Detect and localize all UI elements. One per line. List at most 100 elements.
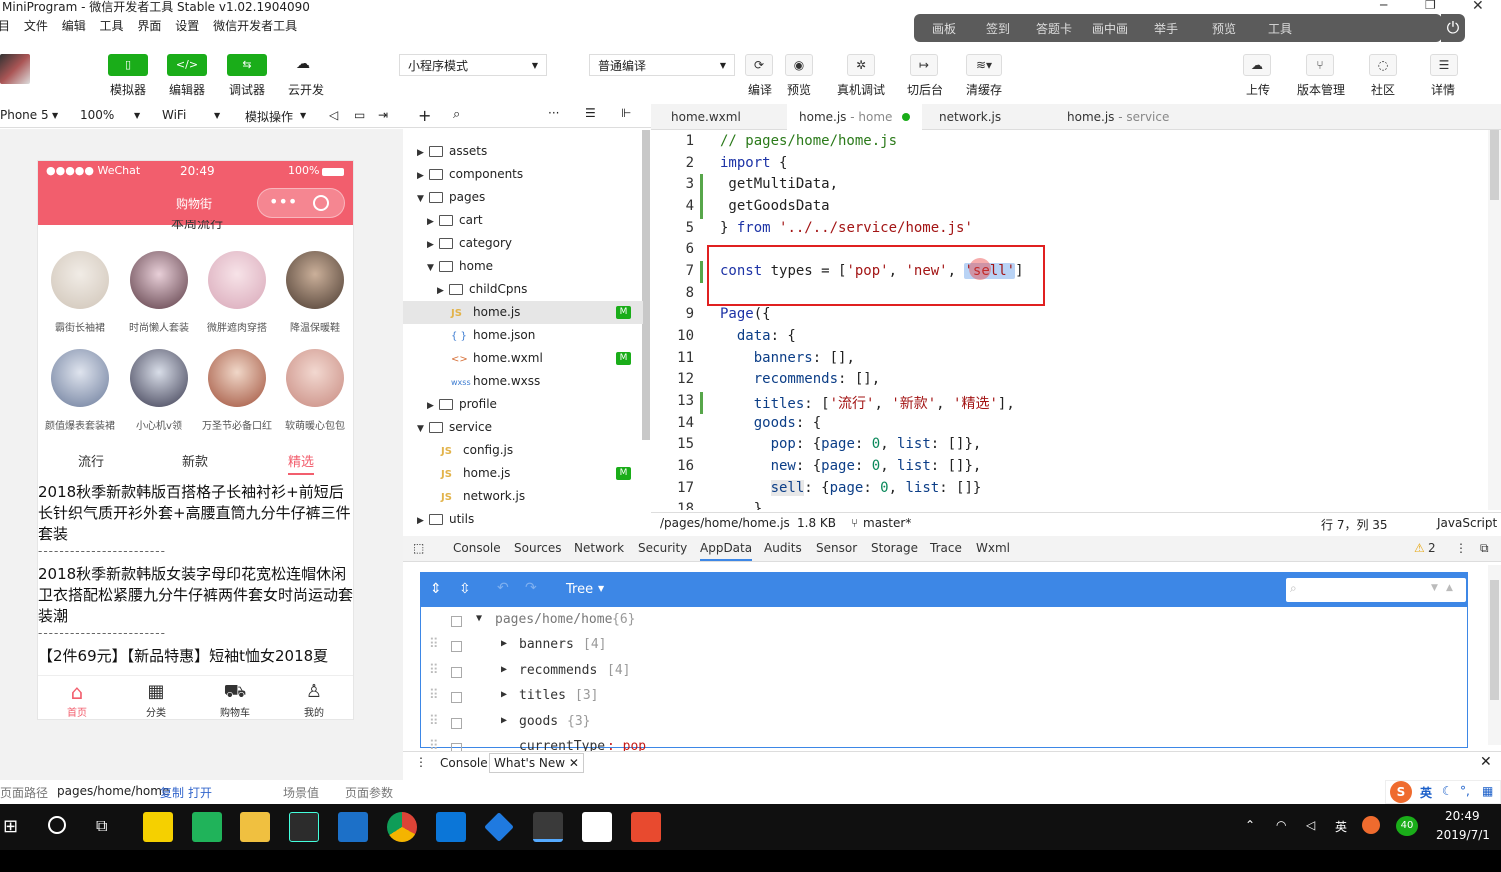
float-item-hand[interactable]: 举手 (1154, 20, 1178, 37)
file-item[interactable]: wxss home.wxss (403, 370, 643, 393)
menu-item-project[interactable]: 项目 (0, 19, 10, 33)
moon-icon[interactable]: ☾ (1442, 784, 1453, 798)
capsule-menu[interactable]: ••• (257, 188, 345, 218)
tree-row[interactable]: ⠿ ▶ banners [4] (421, 634, 1467, 659)
network-select[interactable]: WiFi (162, 108, 186, 122)
tabbar-home[interactable]: ⌂ 首页 (57, 680, 97, 719)
row-checkbox[interactable] (451, 666, 462, 678)
recommend-image[interactable] (130, 349, 188, 407)
redo-icon[interactable]: ↷ (525, 580, 537, 596)
sim-ops-select[interactable]: 模拟操作 (245, 108, 293, 125)
menu-item-settings[interactable]: 设置 (175, 19, 199, 33)
app-icon[interactable] (631, 812, 661, 842)
devtools-tab-sensor[interactable]: Sensor (816, 541, 857, 555)
menu-item-tools[interactable]: 工具 (100, 19, 124, 33)
clock-date[interactable]: 2019/7/1 (1436, 828, 1490, 842)
volume-icon[interactable]: ◁ (329, 108, 338, 122)
tab-selected[interactable]: 精选 (288, 451, 315, 475)
menu-item-devtools[interactable]: 微信开发者工具 (213, 19, 297, 33)
editor-tab[interactable]: home.js - service (1055, 104, 1181, 130)
devtools-tab-audits[interactable]: Audits (764, 541, 802, 555)
search-icon[interactable]: ⌕ (453, 107, 460, 122)
chevron-up-icon[interactable]: ⌃ (1245, 818, 1255, 832)
float-item-answer[interactable]: 答题卡 (1036, 20, 1072, 37)
layers-icon[interactable]: ≋▾ (966, 54, 1002, 76)
more-icon[interactable]: ··· (548, 106, 559, 120)
undo-icon[interactable]: ↶ (497, 580, 509, 596)
recommend-image[interactable] (208, 349, 266, 407)
status-branch[interactable]: master* (863, 516, 911, 530)
editor-tab-active[interactable]: home.js - home (787, 104, 923, 130)
collapsed-arrow-icon[interactable]: ▶ (427, 211, 439, 234)
chat-icon[interactable]: ◌ (1369, 54, 1397, 76)
float-item-signin[interactable]: 签到 (986, 20, 1010, 37)
rotate-icon[interactable]: ▭ (354, 108, 365, 122)
folder-item[interactable]: ▶ category (403, 232, 643, 255)
collapsed-arrow-icon[interactable]: ▶ (501, 664, 507, 675)
upload-icon[interactable]: ☁ (1243, 54, 1271, 76)
pycharm-icon[interactable] (289, 812, 319, 842)
devtools-tab-network[interactable]: Network (574, 541, 624, 555)
devtools-scrollbar[interactable] (1488, 565, 1501, 745)
vscode-icon[interactable] (436, 812, 466, 842)
sticky-notes-icon[interactable] (143, 812, 173, 842)
editor-button[interactable]: </> (167, 54, 207, 76)
status-cursor-pos[interactable]: 行 7，列 35 (1321, 516, 1388, 533)
close-drawer-icon[interactable]: ✕ (1480, 754, 1492, 770)
menu-item-file[interactable]: 文件 (24, 19, 48, 33)
devtools-tab-wxml[interactable]: Wxml (976, 541, 1010, 555)
recommend-image[interactable] (286, 251, 344, 309)
tab-new[interactable]: 新款 (182, 451, 208, 470)
minimize-button[interactable]: ─ (1380, 0, 1387, 12)
branch-icon[interactable]: ⑂ (1306, 54, 1334, 76)
row-checkbox[interactable] (451, 692, 462, 703)
drawer-menu-icon[interactable]: ⋮ (415, 755, 427, 769)
file-item[interactable]: <> home.wxml M (403, 347, 643, 370)
file-explorer-icon[interactable] (240, 812, 270, 842)
devtools-tab-console[interactable]: Console (453, 541, 501, 555)
recommend-image[interactable] (51, 251, 109, 309)
folder-item[interactable]: ▼ home (403, 255, 643, 278)
sogou-logo-icon[interactable]: S (1390, 781, 1412, 803)
folder-item[interactable]: ▶ utils (403, 508, 643, 531)
windows-start-icon[interactable]: ⊞ (3, 816, 18, 837)
params-label[interactable]: 页面参数 (345, 784, 393, 801)
tabbar-cart[interactable]: ⛟ 购物车 (215, 680, 255, 719)
folder-item[interactable]: ▶ childCpns (403, 278, 643, 301)
power-icon[interactable]: ⏻ (1441, 14, 1465, 42)
open-link[interactable]: 打开 (188, 784, 212, 801)
goods-item-title[interactable]: 【2件69元】【新品特惠】短袖t恤女2018夏 (38, 646, 353, 667)
warning-count[interactable]: 2 (1428, 541, 1436, 555)
search-icon[interactable] (48, 816, 66, 834)
task-view-icon[interactable]: ⧉ (96, 816, 107, 836)
bug-icon[interactable]: ✲ (847, 54, 875, 76)
folder-item[interactable]: ▼ pages (403, 186, 643, 209)
tray-badge[interactable]: 40 (1396, 816, 1418, 836)
file-item[interactable]: JS config.js (403, 439, 643, 462)
sogou-tray-icon[interactable] (1362, 816, 1380, 834)
row-checkbox[interactable] (451, 717, 462, 729)
code-editor[interactable]: 1 2 3 4 5 6 7 8 9 10 11 12 13 14 15 16 1… (651, 130, 1487, 510)
row-checkbox[interactable] (451, 641, 462, 652)
close-icon[interactable]: ✕ (569, 756, 579, 770)
app-icon[interactable] (192, 812, 222, 842)
copy-link[interactable]: 复制 (160, 784, 184, 801)
tree-row[interactable]: ⠿ ▶ titles [3] (421, 685, 1467, 710)
punct-icon[interactable]: °, (1460, 784, 1470, 798)
menu-item-edit[interactable]: 编辑 (62, 19, 86, 33)
devtools-tab-appdata[interactable]: AppData (700, 541, 753, 561)
collapsed-arrow-icon[interactable]: ▶ (501, 689, 507, 700)
float-item-pip[interactable]: 画中画 (1092, 20, 1128, 37)
editor-tab[interactable]: home.wxml (659, 104, 753, 130)
goods-item-title[interactable]: 2018秋季新款韩版女装字母印花宽松连帽休闲卫衣搭配松紧腰九分牛仔裤两件套女时尚… (38, 564, 353, 627)
editor-tab[interactable]: network.js (927, 104, 1013, 130)
warning-icon[interactable]: ⚠ (1414, 541, 1425, 555)
avatar[interactable] (0, 54, 30, 84)
folder-item[interactable]: ▶ assets (403, 140, 643, 163)
tabbar-category[interactable]: ▦ 分类 (136, 680, 176, 719)
drag-handle-icon[interactable]: ⠿ (429, 714, 439, 729)
float-item-tools[interactable]: 工具 (1268, 20, 1292, 37)
expanded-arrow-icon[interactable]: ▼ (427, 257, 439, 280)
refresh-icon[interactable]: ⟳ (745, 54, 773, 76)
switch-background-icon[interactable]: ↦ (910, 54, 938, 76)
